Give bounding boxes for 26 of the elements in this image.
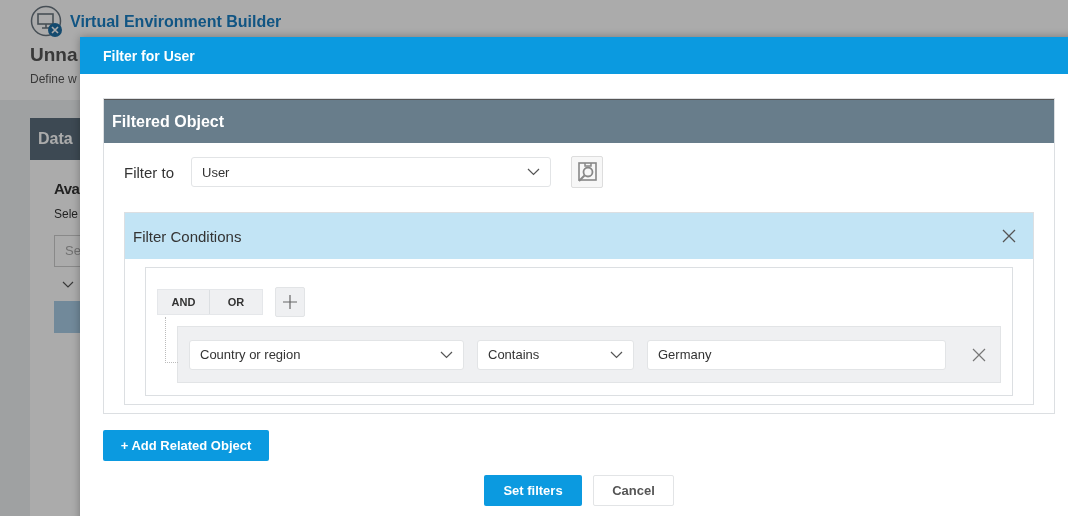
object-dropdown[interactable]: User — [191, 157, 551, 187]
app-title: Virtual Environment Builder — [70, 13, 282, 31]
monitor-tools-icon — [30, 5, 64, 39]
operator-dropdown[interactable]: Contains — [477, 339, 634, 370]
preview-button[interactable] — [571, 156, 603, 188]
chevron-down-icon[interactable] — [62, 281, 74, 289]
operator-button[interactable]: AND — [158, 290, 210, 314]
magnifier-icon — [576, 161, 598, 183]
card-title: Ava — [54, 180, 80, 197]
value-field[interactable]: Germany — [647, 339, 946, 370]
remove-icon[interactable] — [972, 347, 986, 362]
card-text: Sele — [54, 207, 80, 221]
cancel-button[interactable]: Cancel — [593, 475, 674, 506]
close-icon[interactable] — [1002, 229, 1016, 243]
plus-icon — [282, 294, 298, 310]
add-condition-button[interactable] — [275, 287, 305, 317]
chevron-down-icon — [440, 350, 453, 359]
chevron-down-icon — [610, 350, 623, 359]
dialog-title: Filter for User — [103, 47, 195, 64]
field-label: Filter to — [124, 163, 175, 181]
field-dropdown[interactable]: Country or region — [189, 339, 464, 370]
conditions-title: Filter Conditions — [133, 227, 242, 245]
page-title: Unna — [30, 44, 78, 66]
page-subtitle: Define w — [30, 72, 77, 86]
operator-button[interactable]: OR — [210, 290, 262, 314]
chevron-down-icon — [527, 168, 540, 176]
